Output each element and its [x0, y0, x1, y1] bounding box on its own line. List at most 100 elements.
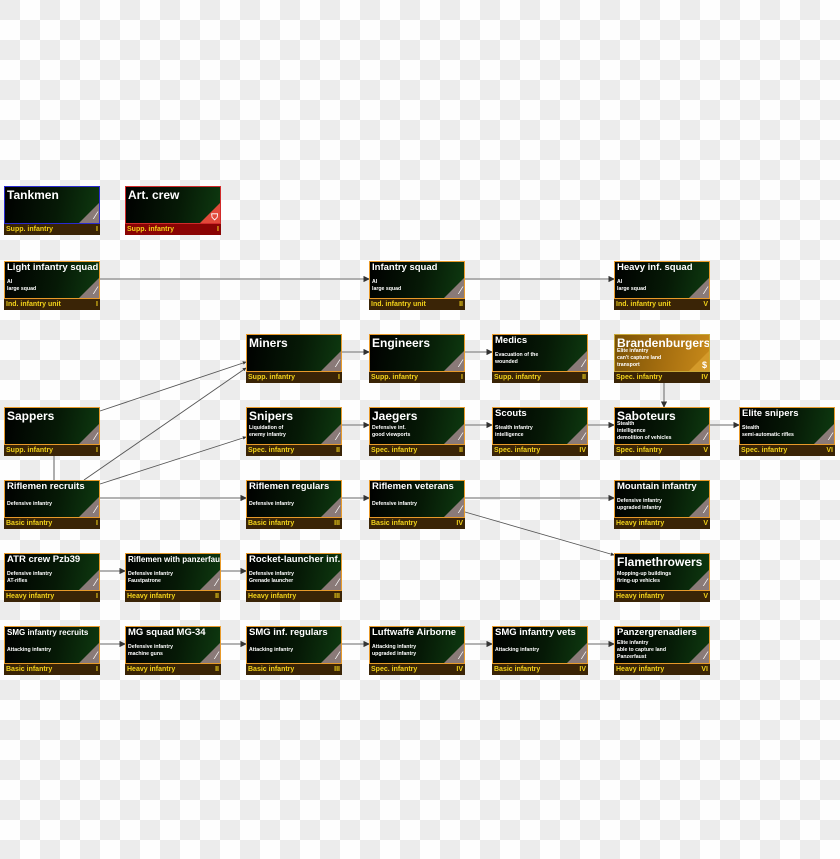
- unit-footer: Heavy infantry V: [614, 518, 710, 529]
- rifle-icon: ⁄: [705, 650, 707, 662]
- rifle-icon: ⁄: [95, 210, 97, 222]
- unit-card-tankmen[interactable]: Tankmen ⁄ Supp. infantry I: [4, 186, 100, 235]
- unit-footer: Heavy infantry III: [246, 591, 342, 602]
- unit-title: Tankmen: [7, 188, 59, 202]
- unit-category: Supp. infantry: [6, 226, 54, 233]
- unit-footer: Supp. infantry I: [4, 224, 100, 235]
- unit-card-mountain-infantry[interactable]: Mountain infantry Defensive infantry upg…: [614, 480, 710, 529]
- unit-description: Liquidation of enemy infantry: [249, 425, 286, 439]
- unit-tier: I: [96, 447, 98, 454]
- unit-tier: I: [96, 666, 98, 673]
- unit-card-panzergrenadiers[interactable]: Panzergrenadiers Elite infantry able to …: [614, 626, 710, 675]
- unit-card-infantry-squad[interactable]: Infantry squad AI large squad ⁄ Ind. inf…: [369, 261, 465, 310]
- unit-card-brandenburgers[interactable]: Brandenburgers Elite infantry can't capt…: [614, 334, 710, 383]
- rifle-icon: ⁄: [460, 650, 462, 662]
- unit-category: Supp. infantry: [248, 374, 296, 381]
- unit-card-art-crew[interactable]: Art. crew ⛉ Supp. infantry I: [125, 186, 221, 235]
- unit-title: ATR crew Pzb39: [7, 554, 81, 565]
- unit-card-sappers[interactable]: Sappers ⁄ Supp. infantry I: [4, 407, 100, 456]
- unit-card-rocket-launcher-inf[interactable]: Rocket-launcher inf. Defensive infantry …: [246, 553, 342, 602]
- unit-footer: Heavy infantry II: [125, 664, 221, 675]
- unit-footer: Spec. infantry VI: [739, 445, 835, 456]
- unit-description: Elite infantry able to capture land Panz…: [617, 640, 667, 661]
- unit-card-smg-infantry-vets[interactable]: SMG infantry vets Attacking infantry ⁄ B…: [492, 626, 588, 675]
- unit-title: MG squad MG-34: [128, 627, 206, 638]
- connection-sappers-to-miners: [99, 361, 247, 412]
- unit-card-riflemen-regulars[interactable]: Riflemen regulars Defensive infantry ⁄ B…: [246, 480, 342, 529]
- unit-category: Supp. infantry: [6, 447, 54, 454]
- unit-category: Heavy infantry: [127, 666, 176, 673]
- unit-card-scouts[interactable]: Scouts Stealth infantry intelligence ⁄ S…: [492, 407, 588, 456]
- unit-description: Defensive infantry Faustpatrone: [128, 571, 173, 585]
- unit-card-heavy-inf-squad[interactable]: Heavy inf. squad AI large squad ⁄ Ind. i…: [614, 261, 710, 310]
- unit-card-body: Medics Evacuation of the wounded ⁄: [492, 334, 588, 372]
- unit-tier: I: [96, 226, 98, 233]
- unit-category: Ind. infantry unit: [616, 301, 671, 308]
- unit-title: Panzergrenadiers: [617, 627, 697, 638]
- unit-description: Attacking infantry: [249, 647, 294, 653]
- unit-description: Defensive inf. good viewports: [372, 425, 411, 439]
- unit-card-saboteurs[interactable]: Saboteurs Stealth intelligence demolitio…: [614, 407, 710, 456]
- unit-tier: IV: [701, 374, 708, 381]
- rifle-icon: ⁄: [705, 504, 707, 516]
- unit-category: Basic infantry: [6, 666, 53, 673]
- unit-tier: V: [703, 593, 708, 600]
- unit-footer: Supp. infantry II: [492, 372, 588, 383]
- unit-category: Spec. infantry: [616, 374, 663, 381]
- unit-card-body: Brandenburgers Elite infantry can't capt…: [614, 334, 710, 372]
- unit-tier: IV: [579, 447, 586, 454]
- unit-card-smg-inf-regulars[interactable]: SMG inf. regulars Attacking infantry ⁄ B…: [246, 626, 342, 675]
- unit-card-body: Art. crew ⛉: [125, 186, 221, 224]
- dollar-icon: $: [701, 360, 707, 370]
- unit-category: Spec. infantry: [371, 666, 418, 673]
- unit-title: Heavy inf. squad: [617, 262, 693, 273]
- unit-footer: Spec. infantry IV: [614, 372, 710, 383]
- unit-tier: I: [461, 374, 463, 381]
- unit-card-body: Luftwaffe Airborne Attacking infantry up…: [369, 626, 465, 664]
- unit-category: Ind. infantry unit: [6, 301, 61, 308]
- rifle-icon: ⁄: [95, 431, 97, 443]
- unit-card-snipers[interactable]: Snipers Liquidation of enemy infantry ⁄ …: [246, 407, 342, 456]
- unit-card-body: Riflemen veterans Defensive infantry ⁄: [369, 480, 465, 518]
- unit-footer: Spec. infantry IV: [492, 445, 588, 456]
- unit-card-miners[interactable]: Miners ⁄ Supp. infantry I: [246, 334, 342, 383]
- unit-card-mg-squad-mg34[interactable]: MG squad MG-34 Defensive infantry machin…: [125, 626, 221, 675]
- unit-card-flamethrowers[interactable]: Flamethrowers Mopping-up buildings firin…: [614, 553, 710, 602]
- unit-title: Snipers: [249, 409, 294, 423]
- unit-card-riflemen-with-panzerfaust[interactable]: Riflemen with panzerfaust Defensive infa…: [125, 553, 221, 602]
- rifle-icon: ⁄: [460, 358, 462, 370]
- unit-title: SMG infantry vets: [495, 627, 576, 638]
- unit-card-body: Mountain infantry Defensive infantry upg…: [614, 480, 710, 518]
- unit-description: Attacking infantry upgraded infantry: [372, 644, 417, 658]
- unit-card-riflemen-recruits[interactable]: Riflemen recruits Defensive infantry ⁄ B…: [4, 480, 100, 529]
- unit-card-body: Heavy inf. squad AI large squad ⁄: [614, 261, 710, 299]
- unit-tier: II: [336, 447, 340, 454]
- unit-title: Scouts: [495, 408, 527, 419]
- unit-title: Riflemen recruits: [7, 481, 85, 492]
- unit-card-medics[interactable]: Medics Evacuation of the wounded ⁄ Supp.…: [492, 334, 588, 383]
- unit-footer: Spec. infantry II: [369, 445, 465, 456]
- unit-card-body: Engineers ⁄: [369, 334, 465, 372]
- unit-card-atr-crew-pzb39[interactable]: ATR crew Pzb39 Defensive infantry AT-rif…: [4, 553, 100, 602]
- unit-card-luftwaffe-airborne[interactable]: Luftwaffe Airborne Attacking infantry up…: [369, 626, 465, 675]
- unit-tier: II: [459, 447, 463, 454]
- unit-title: SMG inf. regulars: [249, 627, 328, 638]
- rifle-icon: ⁄: [95, 285, 97, 297]
- rifle-icon: ⁄: [583, 358, 585, 370]
- unit-card-jaegers[interactable]: Jaegers Defensive inf. good viewports ⁄ …: [369, 407, 465, 456]
- unit-footer: Ind. infantry unit II: [369, 299, 465, 310]
- unit-tier: I: [338, 374, 340, 381]
- unit-card-body: Tankmen ⁄: [4, 186, 100, 224]
- unit-category: Spec. infantry: [371, 447, 418, 454]
- unit-footer: Heavy infantry VI: [614, 664, 710, 675]
- unit-card-light-infantry-squad[interactable]: Light infantry squad AI large squad ⁄ In…: [4, 261, 100, 310]
- unit-card-riflemen-veterans[interactable]: Riflemen veterans Defensive infantry ⁄ B…: [369, 480, 465, 529]
- unit-card-smg-infantry-recruits[interactable]: SMG infantry recruits Attacking infantry…: [4, 626, 100, 675]
- unit-footer: Supp. infantry I: [125, 224, 221, 235]
- unit-card-elite-snipers[interactable]: Elite snipers Stealth semi-automatic rif…: [739, 407, 835, 456]
- unit-card-body: Riflemen with panzerfaust Defensive infa…: [125, 553, 221, 591]
- unit-footer: Basic infantry IV: [369, 518, 465, 529]
- unit-category: Supp. infantry: [127, 226, 175, 233]
- unit-card-engineers[interactable]: Engineers ⁄ Supp. infantry I: [369, 334, 465, 383]
- unit-description: Defensive infantry upgraded infantry: [617, 498, 662, 512]
